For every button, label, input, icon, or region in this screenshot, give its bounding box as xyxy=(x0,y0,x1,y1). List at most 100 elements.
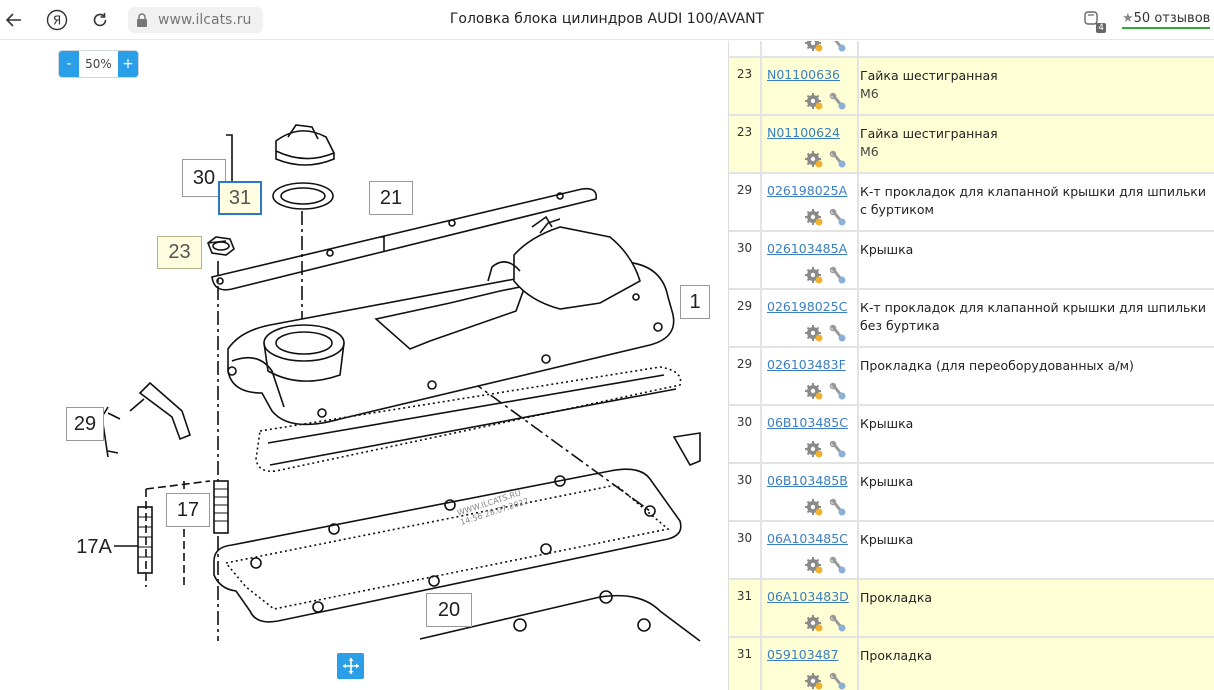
parts-table: 23 N01100636 Гайка шестигранная M6 23 N011006… xyxy=(728,41,1214,690)
row-qty: 30 xyxy=(736,473,753,487)
part-number-link[interactable]: 06A103483D xyxy=(767,589,849,604)
part-note: M6 xyxy=(860,144,879,159)
reload-icon[interactable] xyxy=(88,8,112,32)
column-separator xyxy=(760,41,762,690)
callout-21[interactable]: 21 xyxy=(369,181,413,215)
row-qty: 29 xyxy=(736,183,753,197)
wrench-icon[interactable] xyxy=(829,382,847,400)
gear-icon[interactable] xyxy=(805,440,823,458)
part-description: Крышка xyxy=(860,531,1210,549)
row-qty: 31 xyxy=(736,589,753,603)
part-name: Крышка xyxy=(860,532,914,547)
gear-icon[interactable] xyxy=(805,41,823,52)
part-number-link[interactable]: 026198025A xyxy=(767,183,847,198)
gear-icon[interactable] xyxy=(805,92,823,110)
row-tools xyxy=(805,672,847,690)
fullscreen-button[interactable] xyxy=(337,653,364,679)
wrench-icon[interactable] xyxy=(829,672,847,690)
table-row[interactable]: 29 026103483F Прокладка (для переоборудова… xyxy=(729,348,1214,406)
row-tools xyxy=(805,614,847,632)
row-tools xyxy=(805,150,847,168)
row-tools xyxy=(805,324,847,342)
move-arrows-icon xyxy=(342,658,359,674)
row-qty: 30 xyxy=(736,415,753,429)
callout-17[interactable]: 17 xyxy=(166,493,210,527)
row-tools xyxy=(805,92,847,110)
part-number-link[interactable]: N01100636 xyxy=(767,67,840,82)
gear-icon[interactable] xyxy=(805,150,823,168)
table-row[interactable]: 30 06B103485B Крышка xyxy=(729,464,1214,522)
part-name: Прокладка (для переоборудованных а/м) xyxy=(860,358,1134,373)
wrench-icon[interactable] xyxy=(829,498,847,516)
part-number-link[interactable]: 06B103485B xyxy=(767,473,848,488)
row-qty: 30 xyxy=(736,241,753,255)
table-row[interactable]: 30 06B103485C Крышка xyxy=(729,406,1214,464)
wrench-icon[interactable] xyxy=(829,41,847,52)
gear-icon[interactable] xyxy=(805,382,823,400)
part-number-link[interactable]: 06B103485C xyxy=(767,415,848,430)
table-row[interactable]: 30 06A103485C Крышка xyxy=(729,522,1214,580)
table-row[interactable]: 23 N01100624 Гайка шестигранная M6 xyxy=(729,116,1214,174)
row-tools xyxy=(805,208,847,226)
gear-icon[interactable] xyxy=(805,556,823,574)
table-row[interactable]: 23 N01100636 Гайка шестигранная M6 xyxy=(729,58,1214,116)
row-tools xyxy=(805,266,847,284)
table-row[interactable]: 31 059103487 Прокладка xyxy=(729,638,1214,690)
table-row[interactable]: 29 026198025A К-т прокладок для клапанной … xyxy=(729,174,1214,232)
wrench-icon[interactable] xyxy=(829,556,847,574)
gear-icon[interactable] xyxy=(805,208,823,226)
row-tools xyxy=(805,382,847,400)
part-name: Крышка xyxy=(860,242,914,257)
row-qty: 31 xyxy=(736,647,753,661)
yandex-icon[interactable]: Я xyxy=(45,8,69,32)
wrench-icon[interactable] xyxy=(829,614,847,632)
part-number-link[interactable]: 059103487 xyxy=(767,647,839,662)
back-arrow-icon[interactable] xyxy=(2,8,26,32)
gear-icon[interactable] xyxy=(805,614,823,632)
row-tools xyxy=(805,41,847,52)
part-description: Крышка xyxy=(860,415,1210,433)
reviews-link[interactable]: ★50 отзывов xyxy=(1122,11,1211,29)
address-bar[interactable]: www.ilcats.ru xyxy=(128,7,263,33)
wrench-icon[interactable] xyxy=(829,440,847,458)
engine-drawing xyxy=(101,124,701,642)
part-description: К-т прокладок для клапанной крышки для ш… xyxy=(860,299,1210,335)
parts-diagram[interactable]: 30 31 21 23 29 17 17A 20 1 WWW.ILCATS.RU… xyxy=(0,41,728,690)
star-icon: ★ xyxy=(1122,11,1134,26)
gear-icon[interactable] xyxy=(805,266,823,284)
table-row[interactable]: 29 026198025C К-т прокладок для клапанной … xyxy=(729,290,1214,348)
part-number-link[interactable]: 026103483F xyxy=(767,357,846,372)
part-number-link[interactable]: 026103485A xyxy=(767,241,847,256)
part-number-link[interactable]: N01100624 xyxy=(767,125,840,140)
gear-icon[interactable] xyxy=(805,672,823,690)
svg-text:Я: Я xyxy=(53,14,61,28)
callout-1[interactable]: 1 xyxy=(680,285,710,319)
address-url: www.ilcats.ru xyxy=(158,12,252,28)
part-name: К-т прокладок для клапанной крышки для ш… xyxy=(860,184,1206,217)
zoom-out-button[interactable]: - xyxy=(59,51,79,77)
wrench-icon[interactable] xyxy=(829,92,847,110)
wrench-icon[interactable] xyxy=(829,324,847,342)
row-qty: 29 xyxy=(736,357,753,371)
gear-icon[interactable] xyxy=(805,498,823,516)
gear-icon[interactable] xyxy=(805,324,823,342)
wrench-icon[interactable] xyxy=(829,208,847,226)
part-description: Гайка шестигранная M6 xyxy=(860,67,1210,103)
callout-31[interactable]: 31 xyxy=(218,181,262,215)
zoom-in-button[interactable]: + xyxy=(118,51,138,77)
row-tools xyxy=(805,556,847,574)
callout-20[interactable]: 20 xyxy=(426,593,472,627)
part-number-link[interactable]: 06A103485C xyxy=(767,531,848,546)
table-row[interactable]: 31 06A103483D Прокладка xyxy=(729,580,1214,638)
extension-icon[interactable]: 4 xyxy=(1082,9,1106,33)
wrench-icon[interactable] xyxy=(829,266,847,284)
reviews-text: 50 отзывов xyxy=(1133,11,1211,26)
part-name: Гайка шестигранная xyxy=(860,126,998,141)
part-number-link[interactable]: 026198025C xyxy=(767,299,847,314)
callout-23[interactable]: 23 xyxy=(157,236,202,269)
wrench-icon[interactable] xyxy=(829,150,847,168)
callout-29[interactable]: 29 xyxy=(66,407,104,441)
part-name: Гайка шестигранная xyxy=(860,68,998,83)
callout-17a[interactable]: 17A xyxy=(74,535,114,559)
table-row[interactable]: 30 026103485A Крышка xyxy=(729,232,1214,290)
